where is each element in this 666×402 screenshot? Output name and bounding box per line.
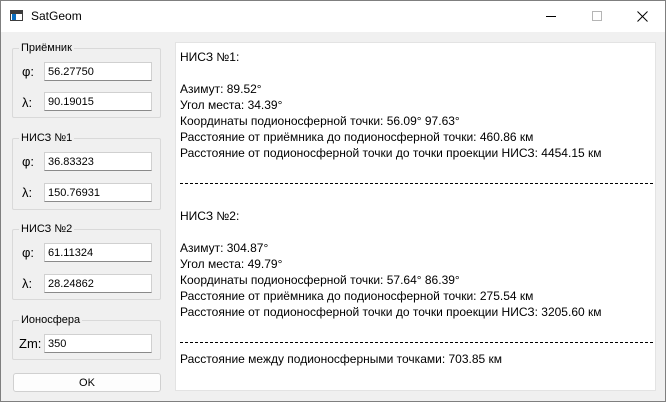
satellite2-lambda-input[interactable] <box>44 274 152 293</box>
satellite1-lambda-label: λ: <box>22 185 33 200</box>
satellite1-phi-label: φ: <box>22 154 35 169</box>
receiver-phi-input[interactable] <box>44 62 152 81</box>
sat2-distance-projection: Расстояние от подионосферной точки до то… <box>180 305 602 319</box>
sat2-results-header: НИСЗ №2: <box>180 209 240 223</box>
title-bar[interactable]: SatGeom <box>1 1 665 32</box>
pierce-points-distance: Расстояние между подионосферными точками… <box>180 352 503 366</box>
minimize-icon <box>546 16 556 17</box>
satellite1-group-title: НИСЗ №1 <box>19 132 75 144</box>
satellite2-group: НИСЗ №2 φ: λ: <box>12 223 161 300</box>
maximize-button[interactable] <box>574 1 620 32</box>
close-icon <box>637 11 648 22</box>
sat2-distance-receiver: Расстояние от приёмника до подионосферно… <box>180 289 534 303</box>
sat1-distance-receiver: Расстояние от приёмника до подионосферно… <box>180 130 534 144</box>
sat1-distance-projection: Расстояние от подионосферной точки до то… <box>180 146 602 160</box>
sat2-elevation: Угол места: 49.79° <box>180 257 283 271</box>
results-separator <box>180 183 653 184</box>
satellite1-phi-input[interactable] <box>44 152 152 171</box>
app-window: SatGeom Приёмник φ: λ: НИСЗ №1 φ: λ: НИС… <box>0 0 666 402</box>
sat2-pierce-coords: Координаты подионосферной точки: 57.64° … <box>180 273 460 287</box>
satellite2-group-title: НИСЗ №2 <box>19 223 75 235</box>
receiver-phi-label: φ: <box>22 64 35 79</box>
minimize-button[interactable] <box>528 1 574 32</box>
ionosphere-group-title: Ионосфера <box>19 314 83 326</box>
sat1-azimuth: Азимут: 89.52° <box>180 82 262 96</box>
maximize-icon <box>592 11 602 21</box>
satellite2-phi-label: φ: <box>22 245 35 260</box>
results-separator <box>180 342 653 343</box>
satellite2-lambda-label: λ: <box>22 276 33 291</box>
receiver-lambda-label: λ: <box>22 95 33 110</box>
results-text-area[interactable]: НИСЗ №1: Азимут: 89.52° Угол места: 34.3… <box>175 42 656 391</box>
ok-button[interactable]: OK <box>13 373 161 392</box>
sat1-pierce-coords: Координаты подионосферной точки: 56.09° … <box>180 114 460 128</box>
satellite1-group: НИСЗ №1 φ: λ: <box>12 132 161 210</box>
sat1-elevation: Угол места: 34.39° <box>180 98 283 112</box>
sat1-results-header: НИСЗ №1: <box>180 50 240 64</box>
ionosphere-group: Ионосфера Zm: <box>12 314 161 360</box>
sat2-azimuth: Азимут: 304.87° <box>180 241 269 255</box>
close-button[interactable] <box>620 1 665 32</box>
ionosphere-zm-label: Zm: <box>19 336 42 351</box>
satellite1-lambda-input[interactable] <box>44 183 152 202</box>
receiver-group: Приёмник φ: λ: <box>12 42 161 118</box>
receiver-lambda-input[interactable] <box>44 92 152 111</box>
ionosphere-zm-input[interactable] <box>44 334 152 353</box>
receiver-group-title: Приёмник <box>19 42 74 54</box>
app-window-icon <box>10 10 23 21</box>
window-title: SatGeom <box>31 9 82 23</box>
satellite2-phi-input[interactable] <box>44 243 152 262</box>
